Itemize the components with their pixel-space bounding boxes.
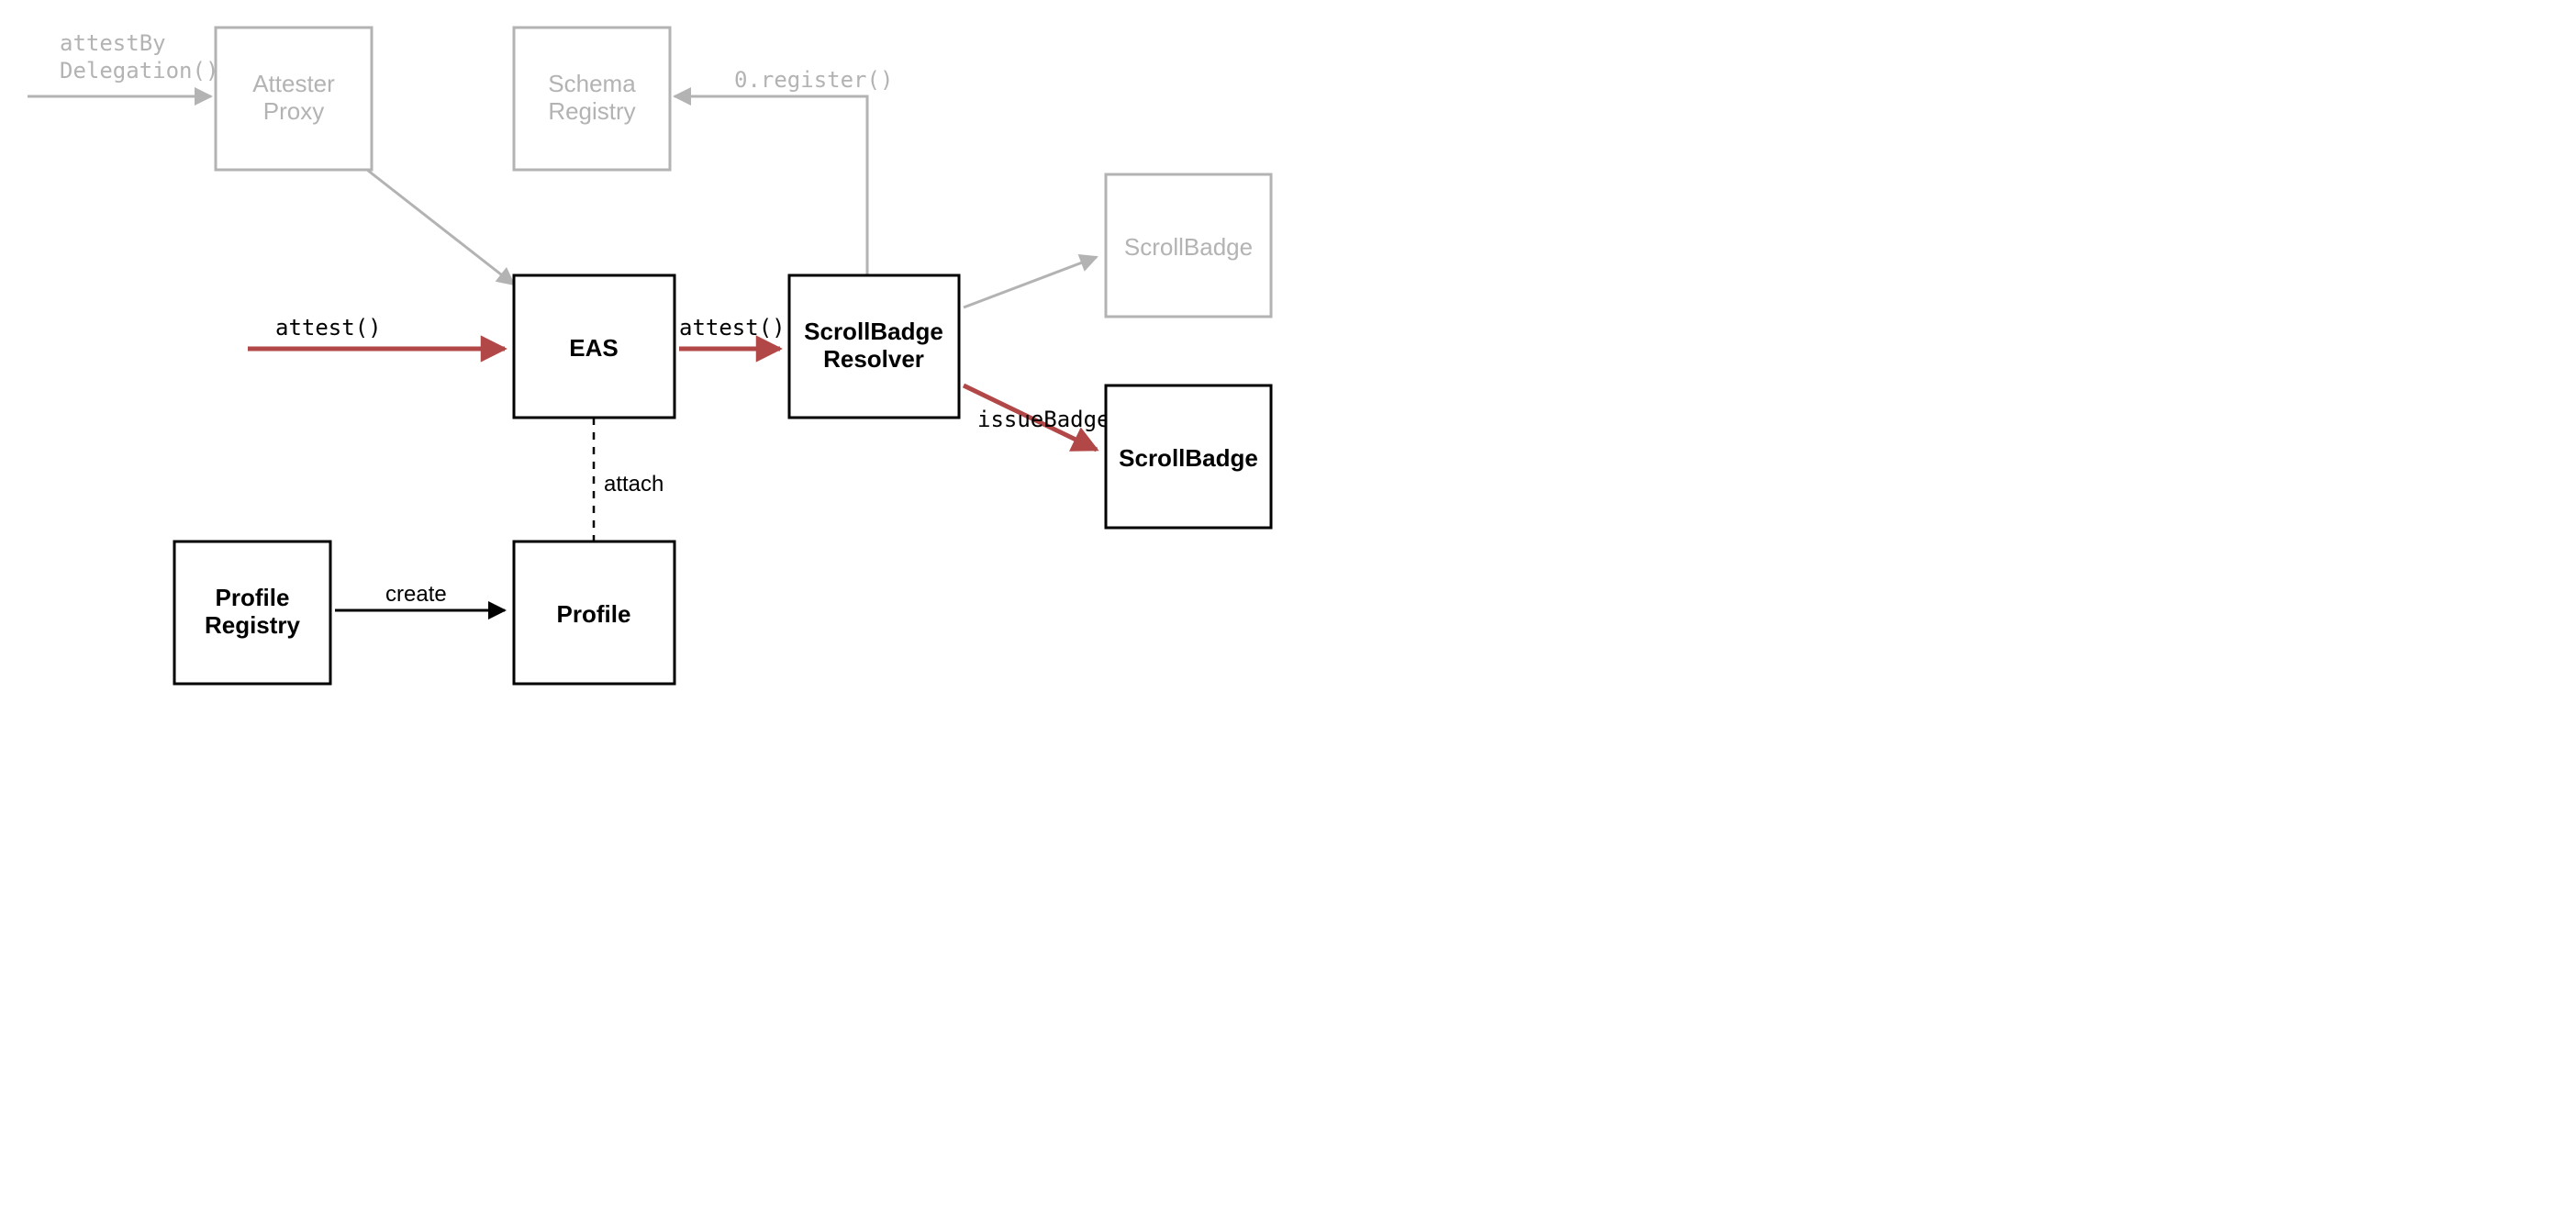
edge-register: 0.register() bbox=[675, 67, 893, 275]
edge-attest-by-delegation: attestBy Delegation() bbox=[28, 30, 218, 96]
node-attester-proxy-l1: Attester bbox=[252, 70, 335, 97]
node-scrollbadge: ScrollBadge bbox=[1106, 385, 1271, 528]
node-schema-registry-l1: Schema bbox=[548, 70, 636, 97]
edge-label-attest-by-delegation-l2: Delegation() bbox=[60, 58, 218, 84]
edge-label-attest-to-eas: attest() bbox=[275, 315, 382, 341]
node-scrollbadge-label: ScrollBadge bbox=[1119, 444, 1258, 472]
node-profile-registry-l2: Registry bbox=[205, 611, 301, 639]
node-profile-registry-l1: Profile bbox=[216, 584, 290, 611]
node-scrollbadge-resolver: ScrollBadge Resolver bbox=[789, 275, 959, 418]
node-scrollbadge-resolver-l2: Resolver bbox=[823, 345, 924, 373]
edge-label-create: create bbox=[385, 582, 447, 607]
node-scrollbadge-muted-label: ScrollBadge bbox=[1124, 233, 1253, 261]
node-profile: Profile bbox=[514, 542, 675, 684]
edge-label-attach: attach bbox=[604, 472, 664, 497]
node-schema-registry: Schema Registry bbox=[514, 28, 670, 170]
node-eas-label: EAS bbox=[569, 334, 618, 362]
node-scrollbadge-muted: ScrollBadge bbox=[1106, 174, 1271, 317]
edge-attach: attach bbox=[594, 418, 664, 542]
node-scrollbadge-resolver-l1: ScrollBadge bbox=[804, 318, 943, 345]
node-attester-proxy-l2: Proxy bbox=[263, 97, 324, 125]
edge-create: create bbox=[335, 582, 505, 610]
edge-label-attest-by-delegation-l1: attestBy bbox=[60, 30, 166, 56]
edge-label-attest-to-resolver: attest() bbox=[679, 315, 786, 341]
architecture-diagram: attestBy Delegation() 0.register() attes… bbox=[0, 0, 1331, 707]
node-attester-proxy: Attester Proxy bbox=[216, 28, 372, 170]
node-schema-registry-l2: Registry bbox=[548, 97, 635, 125]
edge-proxy-to-eas bbox=[367, 170, 514, 285]
edge-attest-to-eas: attest() bbox=[248, 315, 505, 349]
edge-label-register: 0.register() bbox=[734, 67, 893, 93]
edge-attest-to-resolver: attest() bbox=[679, 315, 786, 349]
node-eas: EAS bbox=[514, 275, 675, 418]
node-profile-label: Profile bbox=[557, 600, 631, 628]
node-profile-registry: Profile Registry bbox=[174, 542, 330, 684]
edge-resolver-to-scrollbadge-muted bbox=[964, 257, 1097, 307]
